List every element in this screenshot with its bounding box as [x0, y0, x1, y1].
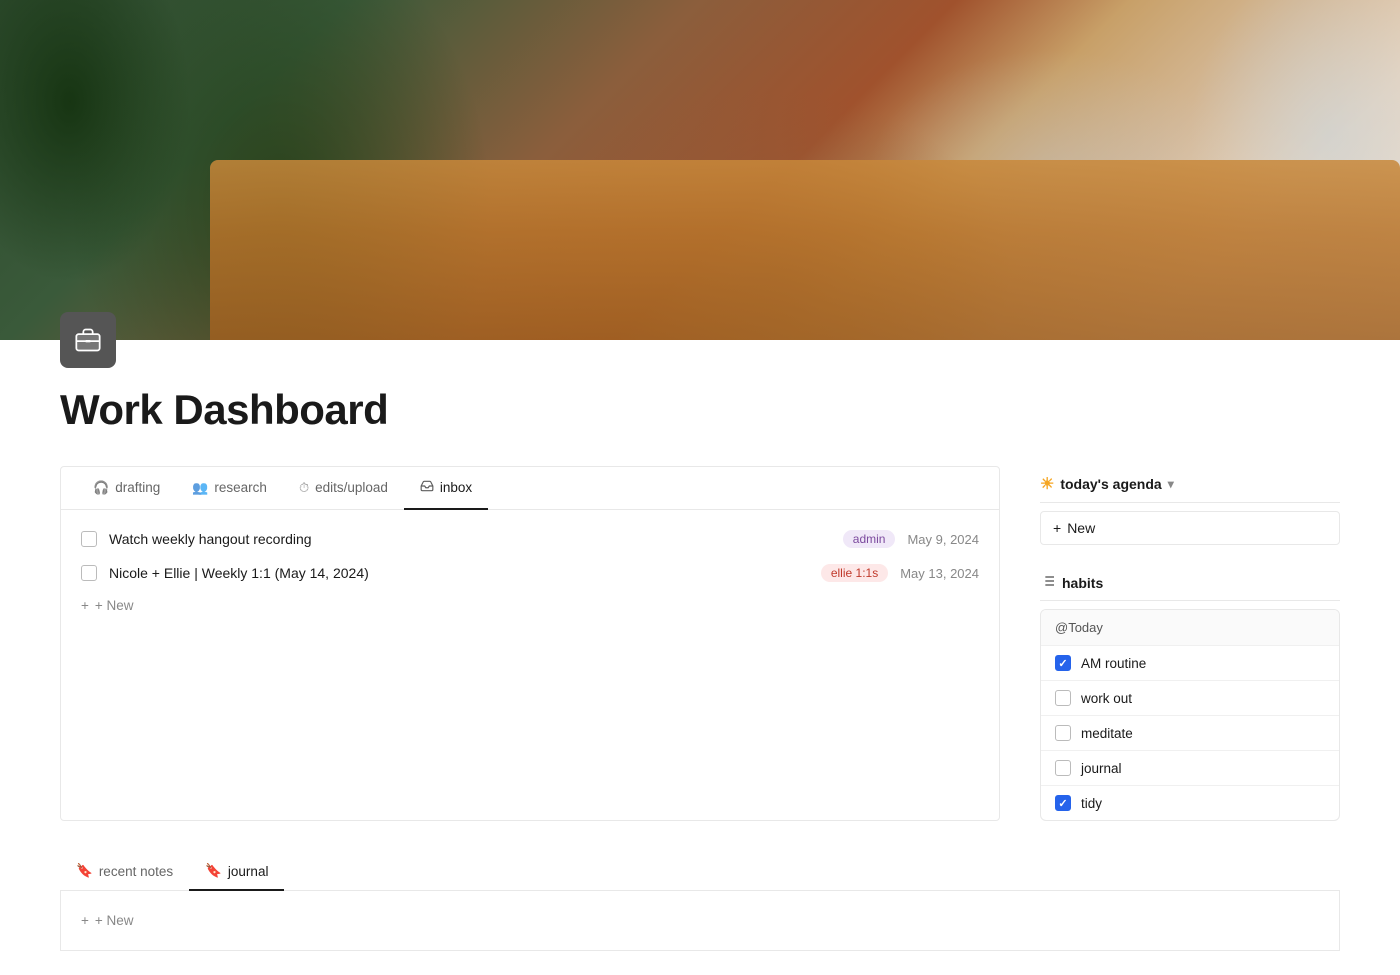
- habit-checkbox-work-out[interactable]: [1055, 690, 1071, 706]
- habit-label-work-out: work out: [1081, 691, 1132, 706]
- hero-banner: [0, 0, 1400, 340]
- left-panel: 🎧 drafting 👥 research ⏱ edits/upload: [60, 466, 1000, 821]
- habit-checkbox-tidy[interactable]: [1055, 795, 1071, 811]
- bottom-new-label: + New: [95, 913, 134, 928]
- chevron-down-icon: ▾: [1168, 477, 1174, 491]
- habit-item: AM routine: [1041, 646, 1339, 681]
- task-date-1: May 9, 2024: [907, 532, 979, 547]
- list-icon: [1040, 573, 1056, 592]
- task-meta-2: ellie 1:1s May 13, 2024: [821, 564, 979, 582]
- agenda-new-label: New: [1067, 520, 1095, 536]
- tab-edits-label: edits/upload: [315, 480, 388, 495]
- bookmark-icon: 🔖: [76, 863, 93, 879]
- habit-checkbox-meditate[interactable]: [1055, 725, 1071, 741]
- habits-section: habits @Today AM routine work out: [1040, 565, 1340, 821]
- main-content: 🎧 drafting 👥 research ⏱ edits/upload: [0, 466, 1400, 821]
- tag-ellie: ellie 1:1s: [821, 564, 888, 582]
- new-task-button[interactable]: + + New: [77, 590, 983, 621]
- bookmark-filled-icon: 🔖: [205, 863, 222, 879]
- page-icon: [60, 312, 116, 368]
- tab-edits-upload[interactable]: ⏱ edits/upload: [283, 468, 404, 510]
- bottom-content: + + New: [60, 891, 1340, 951]
- sun-icon: ☀: [1040, 474, 1054, 494]
- habits-title: habits: [1062, 575, 1103, 591]
- task-checkbox-1[interactable]: [81, 531, 97, 547]
- task-meta-1: admin May 9, 2024: [843, 530, 979, 548]
- habit-checkbox-journal[interactable]: [1055, 760, 1071, 776]
- bottom-section: 🔖 recent notes 🔖 journal + + New: [0, 853, 1400, 975]
- tab-research-label: research: [214, 480, 267, 495]
- habit-item: meditate: [1041, 716, 1339, 751]
- plus-icon: +: [1053, 520, 1061, 536]
- task-date-2: May 13, 2024: [900, 566, 979, 581]
- inbox-icon: [420, 479, 434, 496]
- page-icon-area: [0, 312, 1400, 368]
- clock-icon: ⏱: [299, 480, 309, 496]
- tab-inbox-label: inbox: [440, 480, 472, 495]
- task-row: Nicole + Ellie | Weekly 1:1 (May 14, 202…: [77, 556, 983, 590]
- habits-card: @Today AM routine work out meditate: [1040, 609, 1340, 821]
- habits-at-today: @Today: [1041, 610, 1339, 646]
- bottom-tabs-bar: 🔖 recent notes 🔖 journal: [60, 853, 1340, 891]
- right-panel: ☀ today's agenda ▾ + New: [1040, 466, 1340, 821]
- task-row: Watch weekly hangout recording admin May…: [77, 522, 983, 556]
- tab-recent-notes[interactable]: 🔖 recent notes: [60, 853, 189, 891]
- habit-checkbox-am-routine[interactable]: [1055, 655, 1071, 671]
- tabs-bar: 🎧 drafting 👥 research ⏱ edits/upload: [61, 467, 999, 510]
- agenda-title: ☀ today's agenda ▾: [1040, 474, 1174, 494]
- people-icon: 👥: [192, 480, 208, 496]
- task-checkbox-2[interactable]: [81, 565, 97, 581]
- tab-journal-label: journal: [228, 864, 269, 879]
- new-task-label: + New: [95, 598, 134, 613]
- plus-icon: +: [81, 913, 89, 928]
- bottom-new-button[interactable]: + + New: [77, 905, 138, 936]
- headphones-icon: 🎧: [93, 480, 109, 496]
- task-title-1: Watch weekly hangout recording: [109, 531, 831, 547]
- tab-journal[interactable]: 🔖 journal: [189, 853, 284, 891]
- plus-icon: +: [81, 598, 89, 613]
- page-wrapper: Work Dashboard 🎧 drafting 👥 research ⏱ e…: [0, 0, 1400, 975]
- habit-label-journal: journal: [1081, 761, 1122, 776]
- agenda-new-button[interactable]: + New: [1040, 511, 1340, 545]
- habit-label-meditate: meditate: [1081, 726, 1133, 741]
- page-title-area: Work Dashboard: [0, 368, 1400, 466]
- page-title: Work Dashboard: [60, 386, 1340, 434]
- agenda-header: ☀ today's agenda ▾: [1040, 466, 1340, 503]
- tab-inbox[interactable]: inbox: [404, 467, 488, 510]
- task-title-2: Nicole + Ellie | Weekly 1:1 (May 14, 202…: [109, 565, 809, 581]
- habit-item: work out: [1041, 681, 1339, 716]
- habits-header: habits: [1040, 565, 1340, 601]
- habit-label-tidy: tidy: [1081, 796, 1102, 811]
- habit-item: journal: [1041, 751, 1339, 786]
- tag-admin: admin: [843, 530, 896, 548]
- tab-drafting[interactable]: 🎧 drafting: [77, 468, 176, 510]
- task-list: Watch weekly hangout recording admin May…: [61, 510, 999, 633]
- agenda-title-label: today's agenda: [1060, 476, 1161, 492]
- tab-research[interactable]: 👥 research: [176, 468, 283, 510]
- habit-item: tidy: [1041, 786, 1339, 820]
- tab-recent-notes-label: recent notes: [99, 864, 173, 879]
- habit-label-am-routine: AM routine: [1081, 656, 1146, 671]
- tab-drafting-label: drafting: [115, 480, 160, 495]
